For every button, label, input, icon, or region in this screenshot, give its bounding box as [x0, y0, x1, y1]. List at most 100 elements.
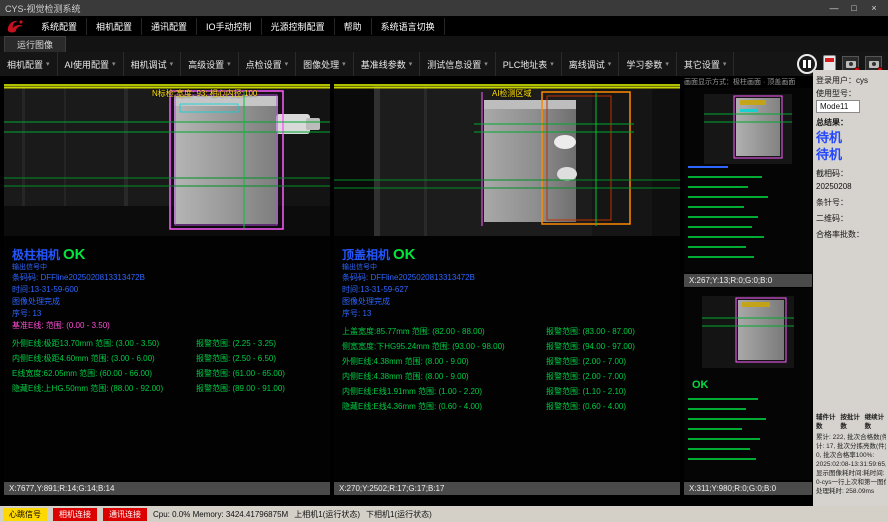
tool-other-settings[interactable]: 其它设置▾ [677, 52, 735, 76]
menu-item-io-manual-control[interactable]: IO手动控制 [197, 18, 262, 35]
upper-camera-state: 上相机1(运行状态) [294, 509, 360, 520]
tool-label: 相机调试 [131, 58, 167, 71]
tool-plc-address-table[interactable]: PLC地址表▾ [496, 52, 562, 76]
minimize-button[interactable]: — [825, 2, 843, 15]
info-panel: 登录用户：cys 使用型号： Mode11 总结果： 待机 待机 截相码： 20… [813, 70, 888, 506]
model-select[interactable]: Mode11 [816, 100, 860, 113]
left-result-block: 极柱相机 OK 输出信号中 条码码: DFFline20250208133134… [4, 236, 330, 396]
chevron-down-icon: ▾ [112, 60, 116, 68]
right-sequence: 序号: 13 [342, 308, 672, 320]
capture-code-label: 截相码： [816, 169, 848, 178]
menu-item-language-switch[interactable]: 系统语言切换 [372, 18, 445, 35]
stats-line: 0, 批次合格率100%: [816, 451, 886, 460]
measurement-row: 上盖宽度:85.77mm 范围: (82.00 - 88.00)报警范围: (8… [342, 324, 672, 339]
tool-ai-usage-config[interactable]: AI使用配置▾ [58, 52, 124, 76]
stats-tab-continue-count[interactable]: 继续计数 [865, 413, 886, 431]
measurement-row: 外侧E线:极距13.70mm 范围: (3.00 - 3.50)报警范围: (2… [12, 336, 322, 351]
maximize-button[interactable]: □ [845, 2, 863, 15]
measurement-row: 内侧E线:极距4.60mm 范围: (3.00 - 6.00)报警范围: (2.… [12, 351, 322, 366]
tool-test-info-settings[interactable]: 测试信息设置▾ [420, 52, 496, 76]
tool-learning-params[interactable]: 学习参数▾ [619, 52, 677, 76]
tool-spot-check[interactable]: 点检设置▾ [239, 52, 297, 76]
right-time: 时间:13-31-59-627 [342, 284, 672, 296]
right-result-block: 顶盖相机 OK 输出信号中 条码码: DFFline20250208133134… [334, 236, 680, 414]
left-camera-image [4, 86, 330, 236]
right-camera-view[interactable]: AI检测区域 [334, 86, 680, 236]
bar-needle-label: 条针号： [816, 196, 885, 209]
left-baseline-info: 基准E线: 范围: (0.00 - 3.50) [12, 320, 322, 332]
right-camera-image [334, 86, 680, 236]
right-camera-title: 顶盖相机 [342, 246, 390, 263]
menu-item-light-control-config[interactable]: 光源控制配置 [262, 18, 335, 35]
measurement-alarm: 报警范围: (94.00 - 97.00) [546, 339, 672, 354]
measurement-value: 侧宽宽度:下HG95.24mm 范围: (93.00 - 98.00) [342, 339, 546, 354]
tool-label: 点检设置 [246, 58, 282, 71]
preview-bottom-ok-text: OK [692, 379, 709, 391]
tool-camera-debug[interactable]: 相机调试▾ [124, 52, 182, 76]
product-part [174, 96, 278, 224]
measurement-value: 内侧E线:4.38mm 范围: (8.00 - 9.00) [342, 369, 546, 384]
tool-baseline-params[interactable]: 基准线参数▾ [354, 52, 421, 76]
right-output-status: 输出信号中 [342, 263, 672, 272]
measurement-value: 外侧E线:4.38mm 范围: (8.00 - 9.00) [342, 354, 546, 369]
app-window: CYS-视觉检测系统 — □ × 系统配置 相机配置 通讯配置 IO手动控制 光… [0, 0, 888, 522]
menu-item-help[interactable]: 帮助 [335, 18, 372, 35]
tool-label: PLC地址表 [503, 58, 548, 71]
measurement-alarm: 报警范围: (61.00 - 65.00) [196, 366, 322, 381]
preview-camera-bottom[interactable]: OK [684, 288, 812, 480]
tool-image-processing[interactable]: 图像处理▾ [296, 52, 354, 76]
measurement-value: 内侧E线:E线1.91mm 范围: (1.00 - 2.20) [342, 384, 546, 399]
left-barcode: 条码码: DFFline2025020813313472B [12, 272, 322, 284]
model-label: 使用型号： [816, 89, 856, 98]
tool-label: 基准线参数 [361, 58, 406, 71]
tool-offline-debug[interactable]: 离线调试▾ [562, 52, 620, 76]
tool-label: 其它设置 [684, 58, 720, 71]
chevron-down-icon: ▾ [46, 60, 50, 68]
left-camera-coordinates: X:7677,Y:891;R:14;G:14;B:14 [4, 482, 330, 495]
tab-run-image[interactable]: 运行图像 [4, 36, 66, 53]
menu-item-comm-config[interactable]: 通讯配置 [142, 18, 197, 35]
menu-item-system-config[interactable]: 系统配置 [32, 18, 87, 35]
stats-tab-accessory-count[interactable]: 辅件计数 [816, 413, 837, 431]
preview-bottom-coordinates: X:311;Y:980;R:0;G:0;B:0 [684, 482, 812, 495]
chevron-down-icon: ▾ [409, 60, 413, 68]
stats-line: 0-cys一行上次和第一图像 [816, 478, 886, 487]
chevron-down-icon: ▾ [723, 60, 727, 68]
right-camera-panel: AI检测区域 顶盖相机 OK 输出信号中 条码码: DFFline2025020… [334, 84, 680, 480]
tool-advanced-settings[interactable]: 高级设置▾ [181, 52, 239, 76]
left-result-status: OK [63, 246, 86, 263]
chevron-down-icon: ▾ [484, 60, 488, 68]
menu-item-camera-config[interactable]: 相机配置 [87, 18, 142, 35]
comm-connection-badge: 通讯连接 [103, 508, 147, 521]
heartbeat-status-badge: 心跳信号 [3, 508, 47, 521]
camera-icon [846, 61, 856, 68]
preview-bottom-image: OK [684, 288, 812, 480]
left-camera-panel: N标检:宽度: 93; 相心内径:100 极柱相机 OK 输出信号中 条码码: … [4, 84, 330, 480]
total-result-label: 总结果： [816, 116, 885, 129]
measurement-value: 内侧E线:极距4.60mm 范围: (3.00 - 6.00) [12, 351, 196, 366]
preview-top-coordinates: X:267;Y:13;R:0;G:0;B:0 [684, 274, 812, 287]
tool-label: 高级设置 [188, 58, 224, 71]
total-result-line-2: 待机 [816, 146, 885, 163]
pause-icon [808, 60, 811, 68]
left-camera-title: 极柱相机 [12, 246, 60, 263]
pass-rate-label: 合格率批数： [816, 228, 885, 241]
measurement-value: 外侧E线:极距13.70mm 范围: (3.00 - 3.50) [12, 336, 196, 351]
preview-camera-top[interactable] [684, 88, 812, 272]
left-measurements: 外侧E线:极距13.70mm 范围: (3.00 - 3.50)报警范围: (2… [12, 336, 322, 396]
tool-label: 学习参数 [626, 58, 662, 71]
login-user-label: 登录用户： [816, 76, 856, 85]
stats-line: 2025:02:08-13:31:59:65, [816, 460, 886, 469]
measurement-value: 隐藏E线:E线4.36mm 范围: (0.60 - 4.00) [342, 399, 546, 414]
close-button[interactable]: × [865, 2, 883, 15]
tool-camera-config[interactable]: 相机配置▾ [0, 52, 58, 76]
bright-feature [554, 135, 576, 149]
measurement-alarm: 报警范围: (1.10 - 2.10) [546, 384, 672, 399]
measurement-alarm: 报警范围: (2.50 - 6.50) [196, 351, 322, 366]
right-process-done: 图像处理完成 [342, 296, 672, 308]
stats-tab-batch-count[interactable]: 按批计数 [840, 413, 861, 431]
qr-code-label: 二维码： [816, 212, 885, 225]
window-title: CYS-视觉检测系统 [5, 2, 81, 15]
left-camera-view[interactable]: N标检:宽度: 93; 相心内径:100 [4, 86, 330, 236]
login-user-value: cys [856, 76, 868, 85]
